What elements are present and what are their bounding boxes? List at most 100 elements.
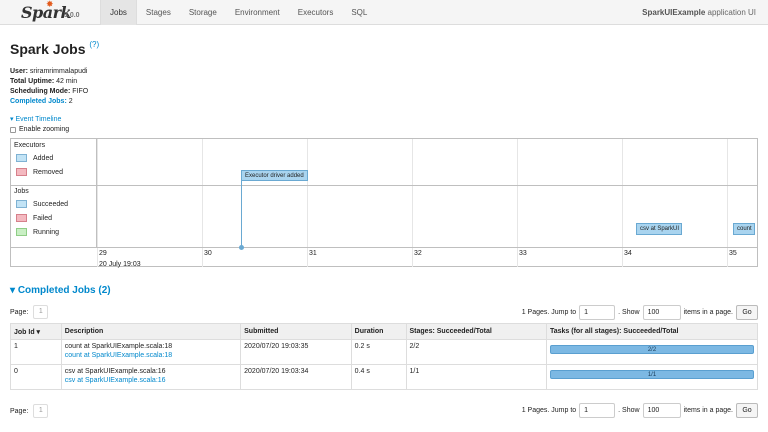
navbar: Spark ✸ 3.0.0 Jobs Stages Storage Enviro…: [0, 0, 768, 25]
executor-added-event[interactable]: Executor driver added: [241, 170, 308, 181]
legend-running: Running: [16, 228, 59, 236]
col-description[interactable]: Description: [60, 323, 242, 340]
job-id: 0: [10, 364, 62, 390]
items-text: items in a page.: [683, 407, 733, 414]
removed-swatch: [16, 168, 27, 176]
legend-running-label: Running: [33, 228, 60, 236]
summary-uptime: Total Uptime: 42 min: [10, 77, 88, 87]
page-button[interactable]: 1: [33, 305, 49, 319]
running-swatch: [16, 228, 27, 236]
pages-text: 1 Pages. Jump to: [521, 407, 577, 414]
timeline-date: 20 July 19:03: [99, 261, 141, 268]
col-tasks[interactable]: Tasks (for all stages): Succeeded/Total: [546, 323, 758, 340]
job-description: csv at SparkUIExample.scala:16 csv at Spa…: [60, 364, 242, 390]
tab-storage[interactable]: Storage: [180, 0, 226, 25]
job-csv-bar[interactable]: csv at SparkUI: [636, 223, 682, 235]
job-description: count at SparkUIExample.scala:18 count at…: [60, 339, 242, 365]
pages-text: 1 Pages. Jump to: [521, 309, 577, 316]
event-timeline-label: Event Timeline: [15, 116, 62, 123]
col-job-id[interactable]: Job Id ▾: [10, 323, 62, 340]
caret-down-icon: ▾: [10, 116, 14, 123]
tab-stages[interactable]: Stages: [137, 0, 180, 25]
jump-to-input[interactable]: 1: [579, 305, 616, 320]
legend-failed-label: Failed: [33, 214, 53, 222]
tab-jobs[interactable]: Jobs: [100, 0, 137, 25]
user-value: sriramrimmalapudi: [29, 68, 88, 75]
enable-zooming[interactable]: Enable zooming: [10, 126, 69, 133]
jump-to-input[interactable]: 1: [579, 403, 616, 418]
description-link[interactable]: count at SparkUIExample.scala:18: [65, 351, 237, 360]
help-link[interactable]: (?): [89, 40, 99, 49]
items-text: items in a page.: [683, 309, 733, 316]
show-label: . Show: [618, 407, 640, 414]
page-size-input[interactable]: 100: [642, 305, 681, 320]
tab-executors[interactable]: Executors: [289, 0, 343, 25]
added-swatch: [16, 154, 27, 162]
legend-failed: Failed: [16, 214, 52, 222]
spark-logo[interactable]: Spark ✸ 3.0.0: [18, 0, 88, 24]
legend-added: Added: [16, 154, 53, 162]
completed-jobs-toggle[interactable]: ▾ Completed Jobs (2): [10, 285, 111, 296]
table-header-row: Job Id ▾ Description Submitted Duration …: [10, 323, 758, 340]
zoom-checkbox[interactable]: [10, 126, 16, 133]
col-stages[interactable]: Stages: Succeeded/Total: [405, 323, 548, 340]
page-title-text: Spark Jobs: [10, 41, 86, 57]
task-progress-bar: 2/2: [550, 345, 754, 354]
job-count-bar[interactable]: count: [733, 223, 755, 235]
tick-label: 35: [729, 250, 737, 257]
jobs-group-label: Jobs: [14, 188, 29, 195]
description-link[interactable]: csv at SparkUIExample.scala:16: [65, 376, 237, 385]
page-button[interactable]: 1: [33, 404, 49, 418]
event-timeline-toggle[interactable]: ▾ Event Timeline: [10, 115, 61, 123]
table-row: 0 csv at SparkUIExample.scala:16 csv at S…: [10, 364, 758, 390]
app-suffix: application UI: [707, 8, 756, 17]
timeline-axis: [11, 247, 757, 248]
page-label: Page:: [10, 407, 29, 415]
completed-value: 2: [68, 98, 73, 105]
spark-star-icon: ✸: [46, 0, 54, 9]
job-stages: 1/1: [405, 364, 548, 390]
completed-jobs-link[interactable]: Completed Jobs:: [10, 98, 67, 105]
legend-succeeded-label: Succeeded: [33, 200, 69, 208]
page-title: Spark Jobs (?): [10, 40, 99, 57]
failed-swatch: [16, 214, 27, 222]
job-tasks: 1/1: [546, 364, 758, 390]
job-tasks: 2/2: [546, 339, 758, 365]
job-id: 1: [10, 339, 62, 365]
tab-environment[interactable]: Environment: [226, 0, 289, 25]
summary-user: User: sriramrimmalapudi: [10, 67, 88, 77]
app-title: SparkUIExample application UI: [642, 0, 756, 25]
app-name: SparkUIExample: [642, 8, 706, 17]
caret-down-icon: ▾: [10, 285, 16, 296]
event-timeline[interactable]: Executors Added Removed Jobs Succeeded F…: [10, 138, 758, 268]
page-label: Page:: [10, 308, 29, 316]
task-progress-bar: 1/1: [550, 370, 754, 379]
tick-label: 32: [414, 250, 422, 257]
scheduling-label: Scheduling Mode:: [10, 88, 71, 95]
tick-label: 33: [519, 250, 527, 257]
job-duration: 0.2 s: [350, 339, 407, 365]
pager-controls-bottom: 1 Pages. Jump to 1 . Show 100 items in a…: [522, 403, 758, 418]
scheduling-value: FIFO: [72, 88, 89, 95]
timeline-group-divider: [11, 185, 757, 186]
tab-sql[interactable]: SQL: [342, 0, 376, 25]
page-size-input[interactable]: 100: [642, 403, 681, 418]
executor-event-line: [241, 181, 242, 247]
job-duration: 0.4 s: [350, 364, 407, 390]
go-button[interactable]: Go: [736, 305, 758, 320]
nav-tabs: Jobs Stages Storage Environment Executor…: [100, 0, 376, 25]
tick-label: 34: [624, 250, 632, 257]
completed-jobs-title: Completed Jobs (2): [17, 285, 111, 296]
executors-group-label: Executors: [14, 142, 46, 149]
legend-removed-label: Removed: [33, 168, 63, 176]
col-submitted[interactable]: Submitted: [240, 323, 352, 340]
uptime-value: 42 min: [56, 78, 78, 85]
description-text: count at SparkUIExample.scala:18: [64, 343, 173, 350]
pager-bottom: Page: 1: [10, 404, 49, 418]
table-row: 1 count at SparkUIExample.scala:18 count …: [10, 339, 758, 365]
go-button[interactable]: Go: [736, 403, 758, 418]
job-submitted: 2020/07/20 19:03:35: [240, 339, 352, 365]
spark-version: 3.0.0: [64, 12, 80, 19]
tick-label: 30: [204, 250, 212, 257]
col-duration[interactable]: Duration: [350, 323, 407, 340]
